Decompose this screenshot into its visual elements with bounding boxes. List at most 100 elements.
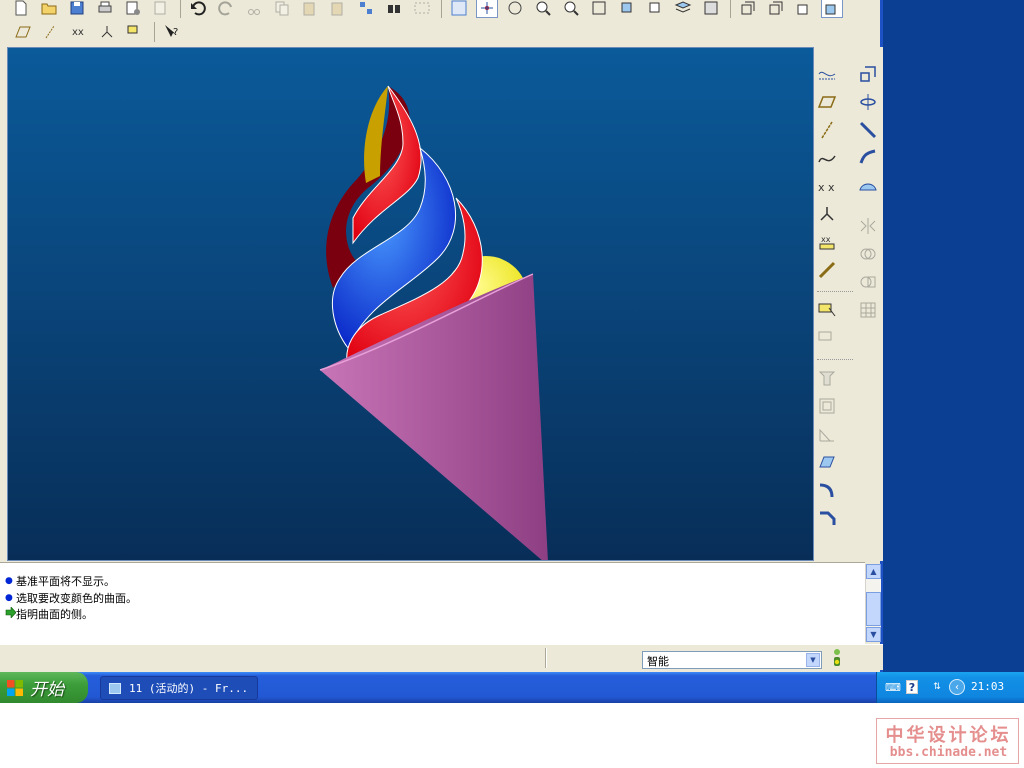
- rib-icon[interactable]: [816, 423, 838, 445]
- message-area: ● 基准平面将不显示。 ● 选取要改变颜色的曲面。 指明曲面的侧。: [0, 562, 865, 644]
- no-hidden-icon[interactable]: [793, 0, 815, 18]
- sketch-icon[interactable]: [816, 63, 838, 85]
- toolbar-separator: [154, 22, 155, 42]
- undo-icon[interactable]: [187, 0, 209, 18]
- scroll-thumb[interactable]: [866, 592, 881, 626]
- draft-icon[interactable]: [816, 451, 838, 473]
- chamfer-icon[interactable]: [816, 507, 838, 529]
- print-icon[interactable]: [94, 0, 116, 18]
- toolbar-separator: [441, 0, 442, 18]
- watermark-url: bbs.chinade.net: [889, 745, 1008, 760]
- windows-logo-icon: [7, 679, 23, 696]
- info-bullet-icon: ●: [5, 592, 13, 603]
- selection-filter-select[interactable]: 智能 ▼: [642, 651, 822, 669]
- zoom-in-icon[interactable]: [532, 0, 554, 18]
- datum-axis-icon[interactable]: [816, 119, 838, 141]
- round-icon[interactable]: [816, 479, 838, 501]
- watermark-title: 中华设计论坛: [885, 725, 1012, 746]
- copy-icon[interactable]: [271, 0, 293, 18]
- datum-axis-display-icon[interactable]: [40, 22, 62, 42]
- sketch-tool-icon[interactable]: [816, 299, 838, 321]
- shell-icon[interactable]: [816, 395, 838, 417]
- screen: xx ? x x xx ● 基准平面将不显示。 ● 选取要改变颜色的曲面。 指明…: [0, 0, 1024, 768]
- datum-plane-icon[interactable]: [816, 91, 838, 113]
- svg-text:xx: xx: [72, 27, 84, 38]
- application-window: xx ? x x xx ● 基准平面将不显示。 ● 选取要改变颜色的曲面。 指明…: [0, 0, 883, 672]
- chevron-down-icon[interactable]: ▼: [806, 653, 820, 667]
- scroll-up-icon[interactable]: ▲: [866, 564, 881, 579]
- toolbar-separator: [817, 291, 853, 292]
- ice-cream-model[interactable]: [8, 48, 814, 561]
- redo-icon[interactable]: [215, 0, 237, 18]
- cut-icon[interactable]: [243, 0, 265, 18]
- message-text: 基准平面将不显示。: [16, 575, 115, 589]
- open-file-icon[interactable]: [38, 0, 60, 18]
- selection-filter-value: 智能: [647, 655, 669, 668]
- help-icon[interactable]: ?: [906, 680, 918, 694]
- regeneration-status-icon[interactable]: [830, 648, 844, 670]
- scroll-down-icon[interactable]: ▼: [866, 627, 881, 642]
- datum-point-icon[interactable]: x x: [816, 175, 838, 197]
- paste-special-icon[interactable]: [327, 0, 349, 18]
- annotation-icon[interactable]: [816, 259, 838, 281]
- toolbar-separator: [180, 0, 181, 18]
- status-bar: 智能 ▼: [0, 644, 883, 670]
- feature-toolbar: x x xx: [815, 47, 883, 561]
- view-manager-icon[interactable]: [700, 0, 722, 18]
- shading-icon[interactable]: [821, 0, 843, 18]
- find-icon[interactable]: [383, 0, 405, 18]
- reorient-icon[interactable]: [616, 0, 638, 18]
- extrude-icon[interactable]: [857, 63, 879, 85]
- regenerate-icon[interactable]: [355, 0, 377, 18]
- datum-plane-display-icon[interactable]: [12, 22, 34, 42]
- csys-display-icon[interactable]: [96, 22, 118, 42]
- zoom-out-icon[interactable]: [560, 0, 582, 18]
- wireframe-icon[interactable]: [737, 0, 759, 18]
- taskbar-item-app[interactable]: 11 (活动的) - Fr...: [100, 676, 258, 700]
- send-icon[interactable]: [122, 0, 144, 18]
- select-box-icon[interactable]: [411, 0, 433, 18]
- chevron-left-icon[interactable]: ‹: [949, 679, 965, 695]
- keyboard-icon[interactable]: ⌨: [885, 680, 901, 694]
- revolve-icon[interactable]: [857, 91, 879, 113]
- new-file-icon[interactable]: [10, 0, 32, 18]
- context-help-icon[interactable]: ?: [161, 22, 183, 42]
- csys-icon[interactable]: [816, 203, 838, 225]
- analysis-icon[interactable]: xx: [816, 231, 838, 253]
- redraw-icon[interactable]: [448, 0, 470, 18]
- insert-icon[interactable]: [816, 327, 838, 349]
- save-icon[interactable]: [66, 0, 88, 18]
- input-method-icon[interactable]: ⇅: [929, 680, 945, 694]
- start-label: 开始: [30, 680, 64, 700]
- trim-icon[interactable]: [857, 271, 879, 293]
- saved-views-icon[interactable]: [644, 0, 666, 18]
- annotation-display-icon[interactable]: [124, 22, 146, 42]
- status-separator: [545, 648, 547, 668]
- layers-icon[interactable]: [672, 0, 694, 18]
- app-window-icon: [109, 682, 121, 694]
- message-scrollbar[interactable]: ▲ ▼: [865, 564, 881, 642]
- boundary-blend-icon[interactable]: [857, 147, 879, 169]
- email-icon[interactable]: [150, 0, 172, 18]
- mirror-icon[interactable]: [857, 215, 879, 237]
- taskbar: 开始 11 (活动的) - Fr... ⌨ ? ⇅ ‹ 21:03: [0, 672, 1024, 703]
- merge-icon[interactable]: [857, 243, 879, 265]
- forum-watermark: 中华设计论坛 bbs.chinade.net: [876, 718, 1019, 764]
- spin-center-icon[interactable]: [476, 0, 498, 18]
- left-panel-grip[interactable]: [0, 47, 7, 561]
- hole-icon[interactable]: [816, 367, 838, 389]
- point-display-icon[interactable]: xx: [68, 22, 90, 42]
- variable-sweep-icon[interactable]: [857, 119, 879, 141]
- paste-icon[interactable]: [299, 0, 321, 18]
- system-tray: ⌨ ? ⇅ ‹ 21:03: [876, 672, 1024, 703]
- refit-icon[interactable]: [588, 0, 610, 18]
- hidden-line-icon[interactable]: [765, 0, 787, 18]
- start-button[interactable]: 开始: [0, 672, 88, 703]
- clock[interactable]: 21:03: [971, 680, 1004, 693]
- orient-icon[interactable]: [504, 0, 526, 18]
- toolbar-separator: [730, 0, 731, 18]
- pattern-icon[interactable]: [857, 299, 879, 321]
- graphics-viewport[interactable]: [7, 47, 814, 561]
- datum-curve-icon[interactable]: [816, 147, 838, 169]
- style-icon[interactable]: [857, 175, 879, 197]
